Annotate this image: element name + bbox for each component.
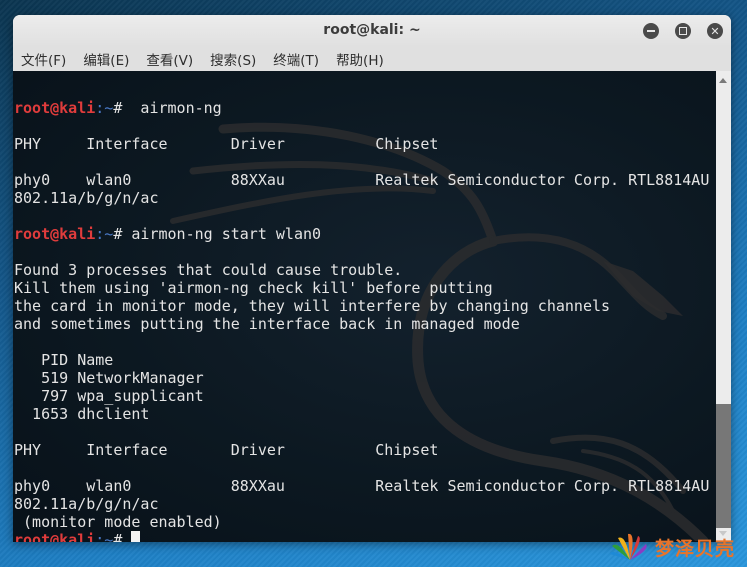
prompt-path: :~ [95,225,114,243]
terminal-output-line: Kill them using 'airmon-ng check kill' b… [14,279,493,297]
menu-search[interactable]: 搜索(S) [210,49,256,69]
terminal-prompt-line: root@kali:~# airmon-ng start wlan0 [14,225,709,243]
command-text: airmon-ng [122,99,222,117]
terminal-prompt-line: root@kali:~# airmon-ng [14,99,709,117]
terminal-output-line: 802.11a/b/g/n/ac [14,189,159,207]
menu-help[interactable]: 帮助(H) [336,49,384,69]
prompt-user-host: root@kali [14,531,96,542]
prompt-user-host: root@kali [14,99,96,117]
terminal-output: root@kali:~# airmon-ng PHY Interface Driv… [14,81,709,542]
scrollbar-thumb[interactable] [716,404,731,528]
watermark-logo-icon [610,533,647,560]
maximize-button[interactable] [675,23,691,39]
terminal-prompt-line: root@kali:~# [14,531,709,542]
terminal-area[interactable]: root@kali:~# airmon-ng PHY Interface Driv… [13,71,716,542]
terminal-output-line: 797 wpa_supplicant [14,387,204,405]
watermark: 梦泽贝壳 [608,530,747,567]
title-bar[interactable]: root@kali: ~ ✕ [13,15,731,47]
menu-terminal[interactable]: 终端(T) [273,49,319,69]
command-text [122,531,131,542]
maximize-icon [679,27,687,35]
terminal-output-line: PHY Interface Driver Chipset [14,441,439,459]
terminal-output-line: the card in monitor mode, they will inte… [14,297,611,315]
terminal-output-line: phy0 wlan0 88XXau Realtek Semiconductor … [14,477,710,495]
prompt-path: :~ [95,99,114,117]
watermark-text: 梦泽贝壳 [655,538,736,560]
terminal-output-line: 519 NetworkManager [14,369,204,387]
terminal-output-line: phy0 wlan0 88XXau Realtek Semiconductor … [14,171,710,189]
terminal-cursor [131,531,141,542]
minimize-icon [647,30,655,32]
terminal-window: root@kali: ~ ✕ 文件(F) 编辑(E) 查看(V) 搜索(S) 终… [13,15,731,542]
terminal-output-line: Found 3 processes that could cause troub… [14,261,403,279]
menu-file[interactable]: 文件(F) [21,49,66,69]
prompt-user-host: root@kali [14,225,96,243]
window-title: root@kali: ~ [323,22,421,38]
terminal-output-line: PID Name [14,351,114,369]
menu-bar: 文件(F) 编辑(E) 查看(V) 搜索(S) 终端(T) 帮助(H) [13,47,731,71]
scroll-up-arrow-icon[interactable] [719,78,727,83]
terminal-output-line: and sometimes putting the interface back… [14,315,520,333]
terminal-output-line: 802.11a/b/g/n/ac [14,495,159,513]
minimize-button[interactable] [643,23,659,39]
command-text: airmon-ng start wlan0 [122,225,322,243]
scrollbar[interactable] [716,71,731,542]
prompt-path: :~ [95,531,114,542]
terminal-output-line: PHY Interface Driver Chipset [14,135,439,153]
menu-edit[interactable]: 编辑(E) [83,49,129,69]
terminal-output-line: 1653 dhclient [14,405,150,423]
terminal-output-line: (monitor mode enabled) [14,513,222,531]
menu-view[interactable]: 查看(V) [146,49,193,69]
close-button[interactable]: ✕ [707,23,723,39]
close-icon: ✕ [710,24,720,38]
